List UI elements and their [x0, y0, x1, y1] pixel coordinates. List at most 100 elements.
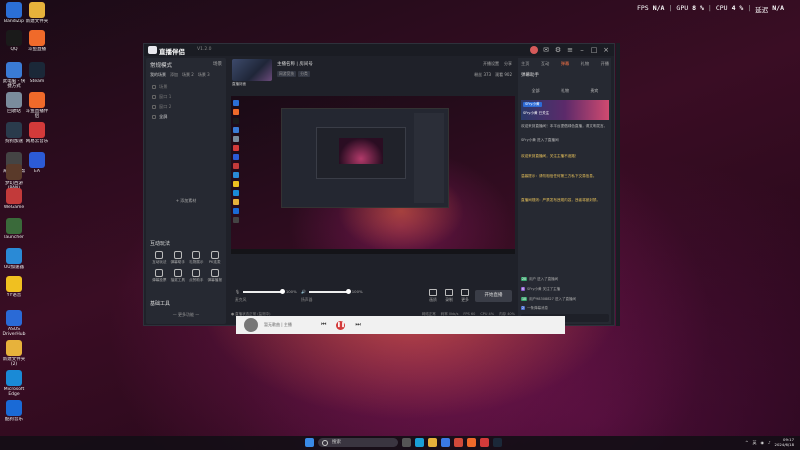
speaker-slider-knob[interactable] — [346, 288, 352, 294]
menu-icon[interactable]: ≡ — [566, 46, 574, 54]
avatar-icon[interactable] — [530, 46, 538, 54]
category-tag[interactable]: 分类 — [298, 71, 310, 77]
close-icon[interactable]: × — [602, 46, 610, 54]
preview-app-icon — [233, 163, 239, 169]
steam-icon[interactable] — [493, 438, 502, 447]
taskbar-search[interactable]: 搜索 — [318, 438, 398, 447]
scene-tab[interactable]: 添加 — [170, 72, 178, 78]
maximize-icon[interactable]: □ — [590, 46, 598, 54]
input-language[interactable]: 英 — [752, 440, 756, 446]
right-tool-button[interactable]: 更多 — [461, 289, 469, 303]
start-icon[interactable] — [305, 438, 314, 447]
play-pause-button[interactable]: ❚❚ — [336, 321, 346, 330]
right-panel-tab[interactable]: 互动 — [541, 61, 549, 67]
scene-tab[interactable]: 场景 3 — [198, 72, 210, 78]
add-source-button[interactable]: + 添加素材 — [146, 198, 226, 204]
mic-icon[interactable]: 🎙 — [235, 289, 240, 294]
app1-icon[interactable] — [454, 438, 463, 447]
message-icon[interactable]: ✉ — [542, 46, 550, 54]
right-tool-button[interactable]: 录制 — [445, 289, 453, 303]
edge-icon[interactable] — [415, 438, 424, 447]
tool-button[interactable]: 弹幕助手 — [169, 251, 188, 265]
tool-button[interactable]: 礼物展示 — [187, 251, 206, 265]
app2-icon[interactable] — [467, 438, 476, 447]
mode-selector[interactable]: 常规模式 — [150, 61, 172, 69]
tool-button[interactable]: 抽奖工具 — [169, 269, 188, 283]
network-icon[interactable]: ◉ — [760, 440, 764, 445]
desktop-icon[interactable]: Steam — [24, 62, 50, 89]
speaker-slider[interactable] — [308, 288, 352, 294]
category-tag[interactable]: 网游竞技 — [277, 71, 297, 77]
settings-icon[interactable]: ⚙ — [554, 46, 562, 54]
go-live-button[interactable]: 开始直播 — [475, 290, 512, 302]
scene-checkbox-icon[interactable] — [152, 105, 156, 109]
desktop-icon[interactable]: 网易云音乐 — [24, 122, 50, 149]
tool-button[interactable]: 点赞助手 — [187, 269, 206, 283]
desktop-icon[interactable]: UU加速器 — [1, 248, 27, 275]
right-panel-tab[interactable]: 开播 — [601, 61, 609, 67]
minimize-icon[interactable]: – — [578, 46, 586, 54]
desktop-icon[interactable]: 斗鱼直播伴侣 — [24, 92, 50, 119]
scene-item[interactable]: 窗口 1 — [152, 92, 222, 102]
fps-label: FPS — [636, 4, 649, 12]
tool-button[interactable]: 互动玩法 — [150, 251, 169, 265]
desktop-icon[interactable]: EA — [24, 152, 50, 179]
interaction-title: 互动玩法 — [150, 241, 171, 247]
chat-row[interactable]: 10 用户98308827 进入了直播间 — [521, 296, 609, 302]
store-icon[interactable] — [441, 438, 450, 447]
right-panel-tab[interactable]: 弹幕 — [561, 61, 569, 67]
netease-icon[interactable] — [480, 438, 489, 447]
mic-slider-knob[interactable] — [280, 288, 286, 294]
right-tool-button[interactable]: 画质 — [429, 289, 437, 303]
desktop-icon[interactable]: ASUS DriverHub — [1, 310, 27, 337]
clock[interactable]: 09:17 2024/6/18 — [775, 437, 794, 447]
desktop-icon[interactable]: Microsoft Edge — [1, 370, 27, 397]
right-panel-subtab[interactable]: 贵宾 — [590, 88, 598, 94]
desktop-icon[interactable]: YY语音 — [1, 276, 27, 303]
chat-row[interactable]: 2 一条弹幕消息 — [521, 305, 609, 311]
tool-button[interactable]: 弹幕投票 — [150, 269, 169, 283]
scene-item[interactable]: 场景 — [152, 82, 222, 92]
scene-item[interactable]: 全屏 — [152, 112, 222, 122]
scene-checkbox-icon[interactable] — [152, 115, 156, 119]
scene-item[interactable]: 窗口 2 — [152, 102, 222, 112]
stream-category[interactable]: 网游竞技 分类 — [277, 71, 310, 77]
explorer-icon[interactable] — [428, 438, 437, 447]
desktop-icon[interactable]: launcher — [1, 218, 27, 245]
scene-tab[interactable]: 场景 2 — [182, 72, 194, 78]
scene-tab[interactable]: 我的场景 — [150, 72, 166, 78]
chevron-up-icon[interactable]: ^ — [745, 440, 748, 445]
desktop-icon[interactable]: 酷狗音乐 — [1, 400, 27, 427]
stream-action-button[interactable]: 开播设置 — [483, 61, 499, 67]
desktop-icon-label: Microsoft Edge — [3, 387, 25, 397]
mic-slider[interactable] — [242, 288, 286, 294]
stream-title[interactable]: 主播名称 | 房间号 — [277, 61, 313, 67]
tool-button[interactable]: PK连麦 — [206, 251, 225, 265]
stream-thumbnail[interactable] — [232, 59, 272, 81]
next-icon[interactable]: ⏭ — [355, 321, 360, 330]
prev-icon[interactable]: ⏮ — [321, 321, 326, 330]
desktop-icon[interactable]: WeGame — [1, 188, 27, 215]
stream-action-button[interactable]: 分享 — [504, 61, 512, 67]
right-panel-tab[interactable]: 礼物 — [581, 61, 589, 67]
viewer-banner[interactable]: SFry小黄 SFry小黄 已关注 — [521, 100, 609, 120]
right-panel-subtab[interactable]: 礼物 — [561, 88, 569, 94]
stream-preview[interactable] — [231, 96, 515, 254]
desktop-icon[interactable]: 斗鱼直播 — [24, 30, 50, 57]
right-panel-subtab[interactable]: 全部 — [532, 88, 540, 94]
app-scrollbar[interactable] — [616, 43, 620, 326]
desktop-icons: BandiZip 新建文件夹 QQ 斗鱼直播 此电脑 - 快捷方式 Steam 回收站 斗鱼直… — [0, 0, 52, 440]
more-features-button[interactable]: — 更多功能 — — [146, 312, 226, 318]
scene-checkbox-icon[interactable] — [152, 95, 156, 99]
scene-checkbox-icon[interactable] — [152, 85, 156, 89]
desktop-icon[interactable]: 新建文件夹 — [24, 2, 50, 29]
speaker-icon[interactable]: 🔊 — [301, 289, 306, 294]
performance-overlay: FPS N/A | GPU 8 % | CPU 4 % | 延迟 N/A — [636, 4, 784, 14]
right-panel-tab[interactable]: 主页 — [521, 61, 529, 67]
tool-button[interactable]: 弹幕播报 — [206, 269, 225, 283]
chat-row[interactable]: 20 用户 进入了直播间 — [521, 276, 609, 282]
desktop-icon[interactable]: 新建文件夹 (2) — [1, 340, 27, 367]
task-view-icon[interactable] — [402, 438, 411, 447]
volume-icon[interactable]: ♪ — [768, 440, 771, 445]
chat-row[interactable]: 6 SFry小黄 关注了主播 — [521, 286, 609, 292]
